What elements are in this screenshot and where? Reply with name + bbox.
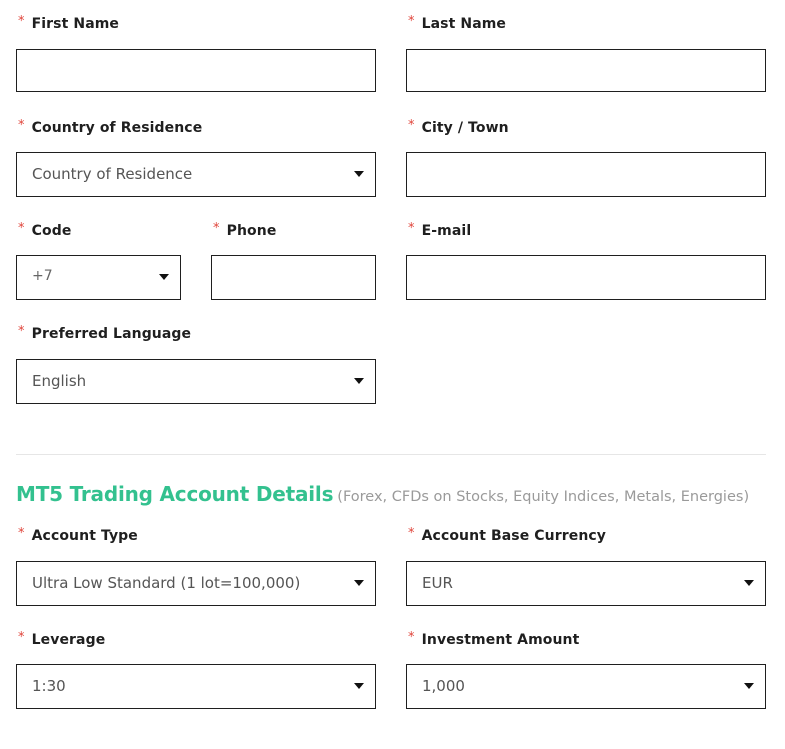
city-input-box[interactable] bbox=[406, 152, 766, 197]
country-select[interactable]: Country of Residence bbox=[16, 152, 376, 197]
required-mark: * bbox=[213, 221, 220, 236]
account-type-label: * Account Type bbox=[18, 526, 138, 544]
required-mark: * bbox=[408, 118, 415, 133]
required-mark: * bbox=[408, 14, 415, 29]
required-mark: * bbox=[18, 14, 25, 29]
account-type-select-value: Ultra Low Standard (1 lot=100,000) bbox=[32, 574, 301, 592]
section-divider bbox=[16, 454, 766, 455]
chevron-down-icon bbox=[744, 580, 754, 586]
chevron-down-icon bbox=[159, 274, 169, 280]
first-name-input[interactable] bbox=[17, 50, 375, 91]
last-name-label: * Last Name bbox=[408, 14, 507, 32]
city-label: * City / Town bbox=[408, 118, 509, 136]
first-name-input-box[interactable] bbox=[16, 49, 376, 92]
required-mark: * bbox=[408, 221, 415, 236]
required-mark: * bbox=[18, 324, 25, 339]
language-select[interactable]: English bbox=[16, 359, 376, 404]
leverage-select-value: 1:30 bbox=[32, 677, 66, 695]
section-title: MT5 Trading Account Details bbox=[16, 482, 334, 506]
investment-amount-select-value: 1,000 bbox=[422, 677, 465, 695]
phone-input-box[interactable] bbox=[211, 255, 376, 300]
required-mark: * bbox=[408, 526, 415, 541]
phone-label: * Phone bbox=[213, 221, 277, 239]
chevron-down-icon bbox=[354, 378, 364, 384]
account-type-select[interactable]: Ultra Low Standard (1 lot=100,000) bbox=[16, 561, 376, 606]
phone-input[interactable] bbox=[212, 256, 375, 299]
email-label: * E-mail bbox=[408, 221, 472, 239]
code-select[interactable]: +7 bbox=[16, 255, 181, 300]
last-name-input-box[interactable] bbox=[406, 49, 766, 92]
required-mark: * bbox=[18, 526, 25, 541]
section-subtitle: (Forex, CFDs on Stocks, Equity Indices, … bbox=[337, 489, 750, 505]
base-currency-label: * Account Base Currency bbox=[408, 526, 607, 544]
base-currency-select-value: EUR bbox=[422, 574, 453, 592]
investment-amount-label: * Investment Amount bbox=[408, 630, 580, 648]
section-heading: MT5 Trading Account Details (Forex, CFDs … bbox=[16, 482, 749, 506]
code-label: * Code bbox=[18, 221, 72, 239]
first-name-label: * First Name bbox=[18, 14, 120, 32]
last-name-input[interactable] bbox=[407, 50, 765, 91]
required-mark: * bbox=[18, 221, 25, 236]
leverage-select[interactable]: 1:30 bbox=[16, 664, 376, 709]
country-select-value: Country of Residence bbox=[32, 165, 193, 183]
chevron-down-icon bbox=[354, 683, 364, 689]
chevron-down-icon bbox=[354, 171, 364, 177]
code-select-value: +7 bbox=[32, 268, 53, 284]
chevron-down-icon bbox=[354, 580, 364, 586]
language-select-value: English bbox=[32, 372, 87, 390]
investment-amount-select[interactable]: 1,000 bbox=[406, 664, 766, 709]
email-input[interactable] bbox=[407, 256, 765, 299]
email-input-box[interactable] bbox=[406, 255, 766, 300]
leverage-label: * Leverage bbox=[18, 630, 106, 648]
country-label: * Country of Residence bbox=[18, 118, 203, 136]
city-input[interactable] bbox=[407, 153, 765, 196]
required-mark: * bbox=[18, 118, 25, 133]
chevron-down-icon bbox=[744, 683, 754, 689]
language-label: * Preferred Language bbox=[18, 324, 192, 342]
base-currency-select[interactable]: EUR bbox=[406, 561, 766, 606]
required-mark: * bbox=[408, 630, 415, 645]
required-mark: * bbox=[18, 630, 25, 645]
